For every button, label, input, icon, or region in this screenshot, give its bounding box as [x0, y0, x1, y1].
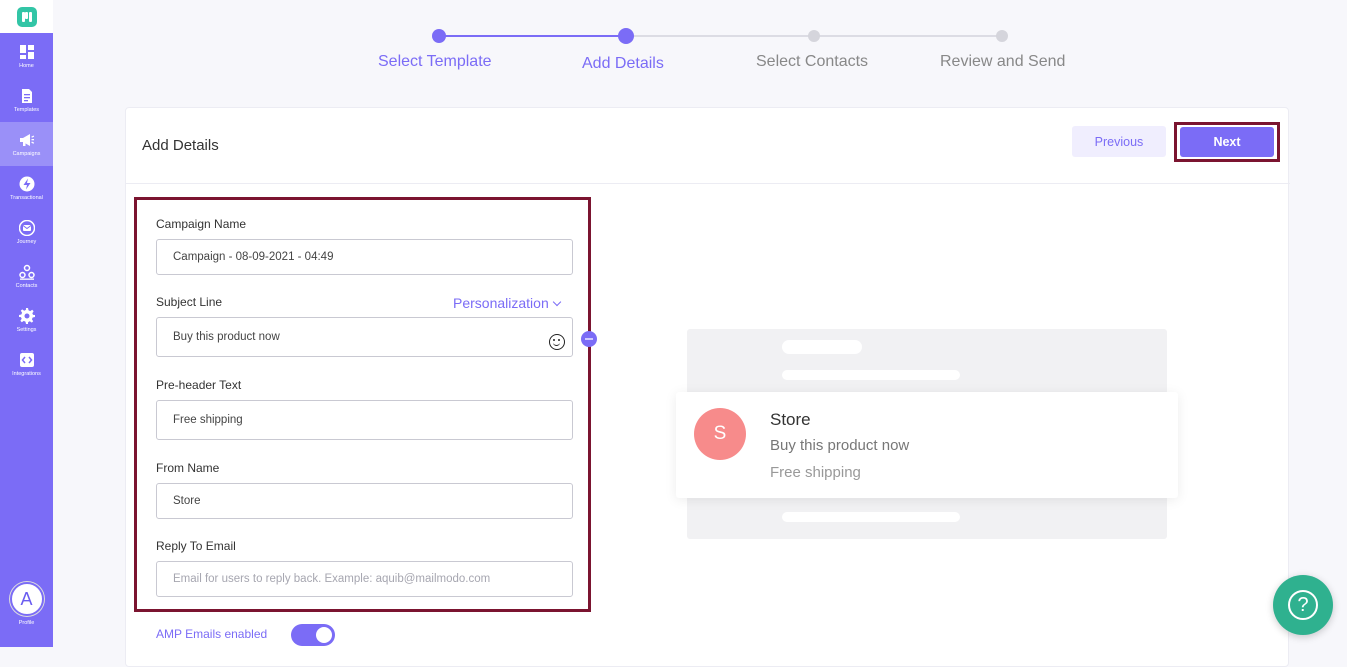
preview-subject: Buy this product now — [770, 437, 910, 454]
sidebar-item-templates[interactable]: Templates — [0, 78, 53, 122]
skeleton-line — [782, 512, 960, 522]
chevron-down-icon — [552, 297, 561, 307]
app-logo[interactable] — [0, 0, 53, 33]
sidebar-item-label: Integrations — [12, 370, 41, 377]
sidebar-item-label: Contacts — [15, 282, 38, 289]
lightning-icon — [19, 176, 34, 191]
emoji-picker-icon[interactable] — [549, 334, 565, 350]
personalization-dropdown[interactable]: Personalization — [453, 295, 561, 311]
next-button-highlight: Next — [1174, 122, 1280, 162]
sidebar-item-campaigns[interactable]: Campaigns — [0, 122, 53, 166]
sidebar-item-label: Transactional — [10, 194, 43, 201]
preview-preheader: Free shipping — [770, 464, 861, 481]
card-header: Add Details Previous Next — [126, 108, 1290, 184]
amp-toggle-label: AMP Emails enabled — [156, 627, 268, 641]
toggle-knob — [316, 627, 332, 643]
sidebar-item-profile[interactable]: A Profile — [0, 582, 53, 632]
sidebar-item-journey[interactable]: Journey — [0, 210, 53, 254]
progress-stepper: Select Template Add Details Select Conta… — [340, 24, 1100, 84]
step-label-add-details[interactable]: Add Details — [582, 55, 664, 73]
skeleton-line — [782, 340, 862, 354]
step-connector-complete — [438, 35, 626, 37]
campaign-details-form: Campaign Name Subject Line Personalizati… — [134, 197, 591, 612]
reply-to-input[interactable] — [156, 561, 573, 597]
sidebar-item-label: Settings — [16, 326, 37, 333]
home-grid-icon — [19, 44, 34, 59]
step-dot-select-template — [432, 29, 446, 43]
sidebar-item-contacts[interactable]: Contacts — [0, 254, 53, 298]
step-label-select-template[interactable]: Select Template — [378, 53, 492, 71]
preheader-input[interactable] — [156, 400, 573, 440]
amp-toggle[interactable] — [291, 624, 335, 646]
campaign-name-input[interactable] — [156, 239, 573, 275]
help-question-icon: ? — [1288, 590, 1318, 620]
avatar: A — [9, 582, 44, 616]
sidebar-item-label: Templates — [13, 106, 40, 113]
preview-sender-name: Store — [770, 410, 811, 429]
sidebar-item-settings[interactable]: Settings — [0, 298, 53, 342]
templates-doc-icon — [21, 88, 32, 103]
sidebar-item-label: Home — [19, 62, 34, 69]
contacts-group-icon — [18, 264, 35, 280]
from-name-label: From Name — [156, 461, 220, 475]
logo-icon — [16, 6, 37, 27]
sidebar-item-transactional[interactable]: Transactional — [0, 166, 53, 210]
subject-line-label: Subject Line — [156, 295, 223, 309]
step-dot-add-details — [618, 28, 634, 44]
sidebar-item-label: Campaigns — [12, 150, 41, 157]
page-title: Add Details — [142, 137, 219, 154]
skeleton-line — [782, 370, 960, 380]
previous-button[interactable]: Previous — [1072, 126, 1166, 157]
sidebar-item-home[interactable]: Home — [0, 34, 53, 78]
gear-icon — [18, 307, 35, 324]
sidebar-item-label: Profile — [18, 620, 35, 626]
next-button[interactable]: Next — [1180, 127, 1274, 157]
help-button[interactable]: ? — [1273, 575, 1333, 635]
step-label-select-contacts[interactable]: Select Contacts — [756, 53, 868, 71]
sidebar-item-integrations[interactable]: Integrations — [0, 342, 53, 386]
megaphone-icon — [19, 133, 34, 146]
subject-line-input[interactable] — [156, 317, 573, 357]
preheader-label: Pre-header Text — [156, 378, 242, 392]
campaign-name-label: Campaign Name — [156, 217, 247, 231]
reply-to-label: Reply To Email — [156, 539, 236, 553]
step-dot-select-contacts — [808, 30, 820, 42]
sidebar-item-label: Journey — [16, 238, 37, 245]
sender-avatar: S — [694, 408, 746, 460]
email-preview-card: S Store Buy this product now Free shippi… — [676, 392, 1178, 498]
step-dot-review-send — [996, 30, 1008, 42]
from-name-input[interactable] — [156, 483, 573, 519]
sidebar: Home Templates Campaigns Transactional J… — [0, 0, 53, 647]
journey-mail-icon — [18, 219, 35, 236]
step-label-review-send[interactable]: Review and Send — [940, 53, 1065, 71]
personalization-label: Personalization — [453, 295, 549, 311]
resize-handle-icon[interactable] — [581, 331, 597, 347]
code-brackets-icon — [19, 352, 34, 367]
